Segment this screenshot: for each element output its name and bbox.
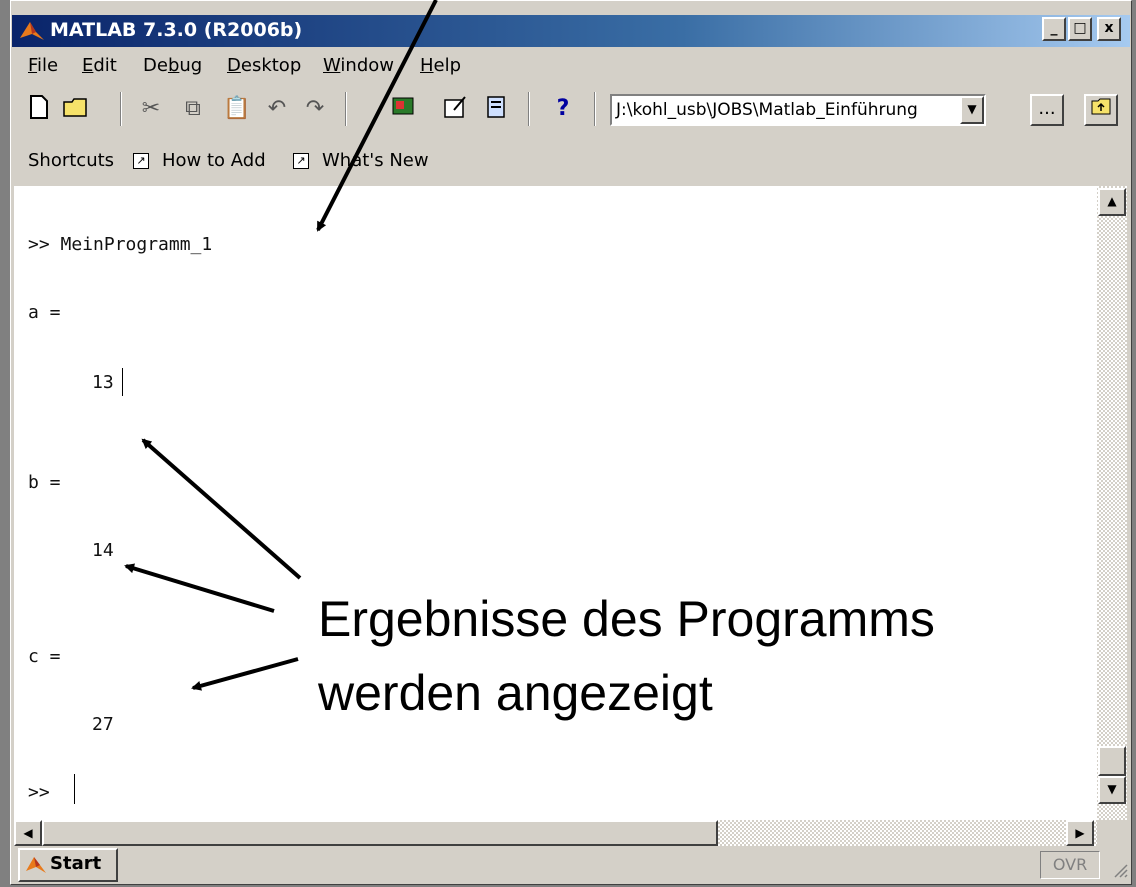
arrow-to-c bbox=[191, 657, 299, 691]
arrow-to-command bbox=[316, 0, 438, 232]
annotation-line-1: Ergebnisse des Programms bbox=[318, 591, 935, 647]
arrow-to-a bbox=[141, 438, 302, 580]
arrow-to-b bbox=[124, 563, 275, 613]
annotation-line-2: werden angezeigt bbox=[318, 665, 713, 721]
annotation-arrows bbox=[124, 0, 438, 691]
